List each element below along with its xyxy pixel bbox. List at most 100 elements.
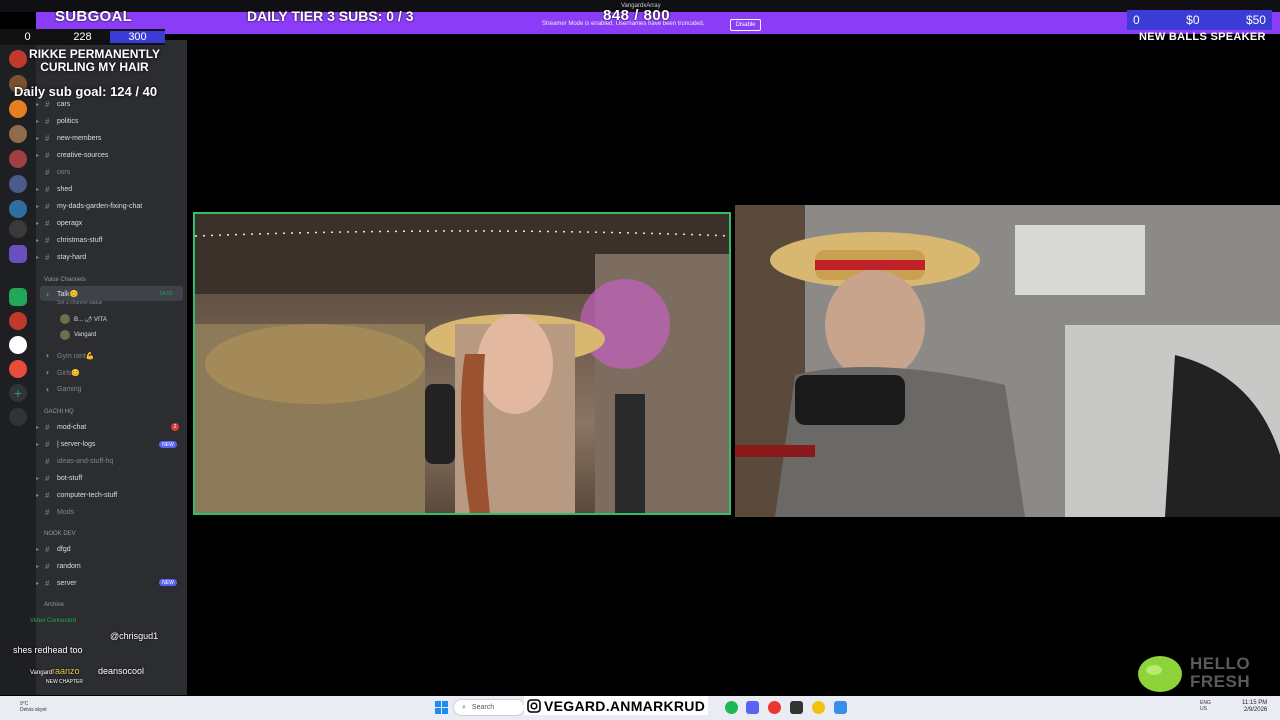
chrome-icon[interactable] [812,701,825,714]
stream-screen: { "overlay": { "subgoal_label": "SUBGOAL… [0,0,1280,720]
server-icon[interactable] [9,200,27,218]
channel-label: Mods [57,509,75,516]
chat-message: shes redhead too [13,645,83,655]
disable-streamer-mode-button[interactable]: Disable [730,19,761,31]
sponsor-logo-text: HELLO FRESH [1190,655,1250,691]
subgoal-label: SUBGOAL [55,8,133,25]
goal-text: RIKKE PERMANENTLY CURLING MY HAIR [29,47,160,74]
channel-label: | server-logs [57,441,96,448]
mention-badge: 2 [171,423,179,431]
speaker-icon: ◖ [45,290,50,299]
talk-channel-label: Talk😊 [57,291,79,298]
channel-label: operagx [57,220,83,227]
archive-category[interactable]: Archive [44,602,64,608]
video-connected-status: Video Connected [30,618,76,624]
discord-channel-list: ▸ # cars ▸ # politics ▸ # new-members ▸ # creati… [36,40,187,695]
webcam-right [735,205,1280,517]
app-icon[interactable] [768,701,781,714]
weather-widget[interactable]: 9°C Delvis skyet [20,701,47,713]
discover-icon[interactable] [9,408,27,426]
weather-desc: Delvis skyet [20,707,47,713]
windows-start-icon[interactable] [435,701,448,714]
channel-label: dfgd [57,546,71,553]
server-icon[interactable] [9,175,27,193]
server-icon[interactable] [9,150,27,168]
taskbar-search[interactable]: ⌕ Search [453,699,525,716]
counter-value: 0 [24,31,31,43]
counter-value: 300 [110,31,165,43]
server-icon[interactable] [9,336,27,354]
new-badge: NEW [159,579,177,586]
discord-icon[interactable] [746,701,759,714]
clock-time: 11:15 PM [1242,700,1268,706]
voice-category[interactable]: Voice Channels [44,277,86,283]
speaker-icon: ◖ [45,368,50,377]
server-icon[interactable] [9,288,27,306]
chat-username: Vangard [30,670,53,676]
server-icon[interactable] [9,360,27,378]
speaker-icon: ◖ [45,351,50,360]
channel-label: osrs [57,169,71,176]
webcam-left-scene [195,214,729,513]
edge-icon[interactable] [834,701,847,714]
right-title: NEW BALLS SPEAKER [1139,31,1266,43]
server-icon[interactable] [9,100,27,118]
channel-label: stay-hard [57,254,87,261]
channel-label: my-dads-garden-fixing-chat [57,203,143,210]
channel-label: mod-chat [57,424,87,431]
voice-user-name: Vangard [74,332,97,338]
channel-label: ideas-and-stuff-hq [57,458,114,465]
chat-message: @chrisgud1 [110,631,159,641]
server-icon[interactable] [9,312,27,330]
voice-channel-label[interactable]: Girls😊 [57,369,80,377]
channel-label: shed [57,186,73,193]
talk-time: 54:53 [160,291,173,297]
channel-label: politics [57,118,79,125]
search-icon: ⌕ [462,703,466,711]
speaker-icon: ◖ [45,385,50,394]
instagram-handle: VEGARD.ANMARKRUD [524,696,709,715]
instagram-icon [527,698,541,713]
donation-counter: 0 $0 $50 [1127,10,1272,30]
gachi-category[interactable]: GACHI HQ [44,409,74,415]
channel-label: creative-sources [57,152,109,159]
server-icon[interactable] [9,220,27,238]
sponsor-line1: HELLO [1190,654,1251,673]
add-server-icon[interactable]: + [9,384,27,402]
nook-category[interactable]: NOOK DEV [44,531,76,537]
new-badge: NEW [159,441,177,448]
chat-message: deansocool [98,666,145,676]
server-icon[interactable] [9,125,27,143]
left-sub-counter: 0 228 300 [0,29,165,45]
talk-status: Set a channel status [57,300,103,306]
sponsor-line2: FRESH [1190,672,1251,691]
channel-label: new-members [57,135,102,142]
daily-sub-goal: Daily sub goal: 124 / 40 [14,84,158,99]
channel-label: computer-tech-stuff [57,492,118,499]
avatar[interactable] [60,330,70,340]
channel-label: random [57,563,81,570]
webcam-right-scene [735,205,1280,517]
language-indicator[interactable]: ENG US [1200,700,1218,712]
donation-count-1: $0 [1186,13,1200,27]
counter-value: 228 [73,31,92,43]
donation-count-0: 0 [1133,13,1140,27]
voice-channel-label[interactable]: Gym rant💪 [57,352,95,360]
donation-count-2: $50 [1245,13,1266,27]
clock-date: 2/9/2026 [1243,707,1268,713]
chat-message: NEW CHAPTER [46,679,83,685]
channel-label: christmas-stuff [57,237,103,244]
spotify-icon[interactable] [725,701,738,714]
chat-username: raanzo [52,666,80,676]
streamer-mode-notice: Streamer Mode is enabled. Usernames have… [542,21,705,27]
obs-icon[interactable] [790,701,803,714]
voice-channel-label[interactable]: Gaming [57,386,82,393]
avatar[interactable] [60,314,70,324]
webcam-left [193,212,731,515]
twitch-server-icon[interactable] [9,245,27,263]
channel-label: bot-stuff [57,475,83,482]
taskbar-clock[interactable]: 11:15 PM 2/9/2026 [1242,700,1267,714]
search-placeholder: Search [471,704,495,711]
instagram-name: VEGARD.ANMARKRUD [544,697,706,714]
channel-label: cars [57,101,71,108]
